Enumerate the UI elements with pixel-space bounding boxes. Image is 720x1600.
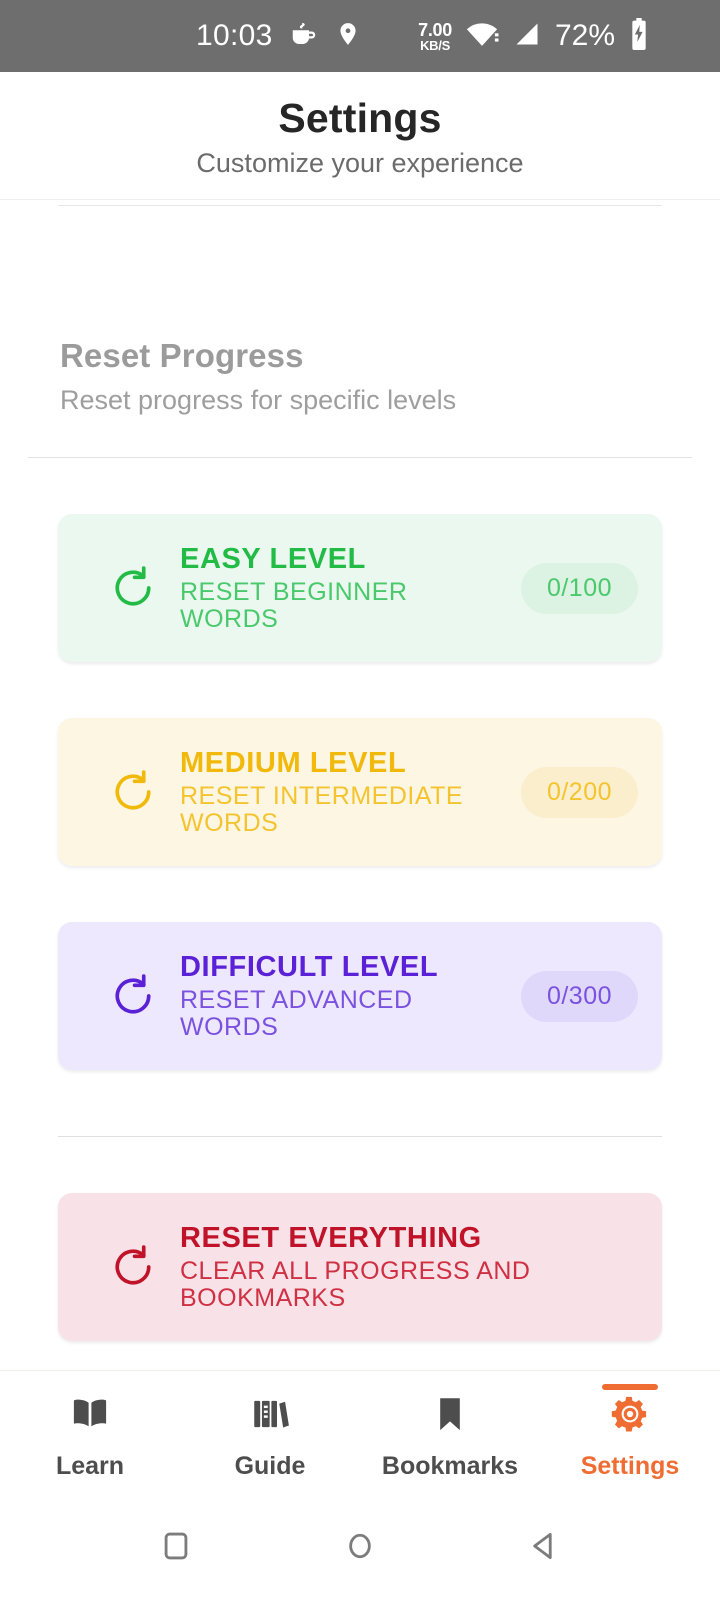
tab-label: Guide (234, 1451, 306, 1480)
tab-label: Bookmarks (381, 1451, 519, 1480)
app-screen: 10:03 7.00 KB/S 72% Settings Customize y… (0, 0, 720, 1600)
tab-guide[interactable]: Guide (180, 1371, 360, 1496)
status-bar-clock: 10:03 (196, 19, 273, 52)
section-subtitle: Reset progress for specific levels (60, 385, 457, 416)
bookmark-icon (429, 1393, 471, 1440)
reset-everything-card[interactable]: RESET EVERYTHING CLEAR ALL PROGRESS AND … (58, 1193, 662, 1342)
rotate-refresh-icon (102, 769, 164, 815)
rotate-refresh-icon (102, 973, 164, 1019)
reset-card-title: DIFFICULT LEVEL (180, 951, 439, 984)
rotate-refresh-icon (102, 1244, 164, 1290)
section-title: Reset Progress (60, 337, 304, 375)
progress-badge: 0/200 (520, 766, 638, 818)
reset-card-difficult[interactable]: DIFFICULT LEVEL RESET ADVANCED WORDS 0/3… (58, 922, 662, 1071)
reset-card-text: MEDIUM LEVEL RESET INTERMEDIATE WORDS (164, 747, 503, 837)
reset-cards-list: EASY LEVEL RESET BEGINNER WORDS 0/100 ME… (0, 514, 720, 1071)
tab-settings[interactable]: Settings (540, 1371, 720, 1496)
status-bar: 10:03 7.00 KB/S 72% (0, 0, 720, 72)
tab-label: Learn (55, 1451, 125, 1480)
network-speed-unit: KB/S (420, 37, 450, 53)
coffee-icon (289, 19, 319, 54)
page-subtitle: Customize your experience (196, 148, 524, 179)
reset-card-easy[interactable]: EASY LEVEL RESET BEGINNER WORDS 0/100 (58, 514, 662, 663)
reset-card-text: EASY LEVEL RESET BEGINNER WORDS (164, 543, 503, 633)
reset-card-text: RESET EVERYTHING CLEAR ALL PROGRESS AND … (164, 1222, 638, 1312)
tab-learn[interactable]: Learn (0, 1371, 180, 1496)
reset-card-subtitle: RESET BEGINNER WORDS (180, 577, 408, 633)
status-bar-left: 10:03 (196, 19, 361, 54)
battery-percent-label: 72% (554, 19, 615, 52)
page-title: Settings (278, 95, 442, 141)
tab-label: Settings (580, 1451, 680, 1480)
cellular-signal-icon (512, 20, 542, 53)
wifi-icon (465, 20, 499, 53)
bookshelf-icon (249, 1393, 291, 1440)
rotate-refresh-icon (102, 565, 164, 611)
danger-zone-divider (58, 1136, 662, 1138)
reset-card-subtitle: CLEAR ALL PROGRESS AND BOOKMARKS (180, 1256, 531, 1312)
section-divider (28, 457, 692, 459)
reset-card-medium[interactable]: MEDIUM LEVEL RESET INTERMEDIATE WORDS 0/… (58, 718, 662, 867)
reset-card-title: MEDIUM LEVEL (180, 747, 407, 780)
battery-charging-icon (628, 17, 650, 55)
reset-card-text: DIFFICULT LEVEL RESET ADVANCED WORDS (164, 951, 503, 1041)
network-speed-value: 7.00 (418, 19, 452, 40)
network-speed-indicator: 7.00 KB/S (418, 21, 452, 52)
circle-home-icon[interactable] (343, 1529, 377, 1568)
danger-zone-list: RESET EVERYTHING CLEAR ALL PROGRESS AND … (0, 1193, 720, 1342)
square-recents-icon[interactable] (159, 1529, 193, 1568)
status-bar-right: 7.00 KB/S 72% (418, 17, 650, 55)
reset-card-title: EASY LEVEL (180, 543, 366, 576)
active-tab-indicator (602, 1384, 658, 1390)
page-header: Settings Customize your experience (0, 72, 720, 201)
triangle-back-icon[interactable] (527, 1529, 561, 1568)
progress-badge: 0/300 (520, 970, 638, 1022)
android-navigation-bar (0, 1496, 720, 1600)
location-pin-icon (335, 19, 361, 54)
reset-card-subtitle: RESET INTERMEDIATE WORDS (180, 781, 464, 837)
reset-progress-section-header: Reset Progress Reset progress for specif… (0, 206, 720, 416)
gear-icon (609, 1393, 651, 1440)
reset-card-subtitle: RESET ADVANCED WORDS (180, 985, 413, 1041)
progress-badge: 0/100 (520, 562, 638, 614)
bottom-navigation: Learn Guide Bookmarks Settings (0, 1370, 720, 1496)
settings-scroll-area[interactable]: Reset Progress Reset progress for specif… (0, 200, 720, 1370)
tab-bookmarks[interactable]: Bookmarks (360, 1371, 540, 1496)
reset-card-title: RESET EVERYTHING (180, 1222, 482, 1255)
open-book-icon (69, 1393, 111, 1440)
